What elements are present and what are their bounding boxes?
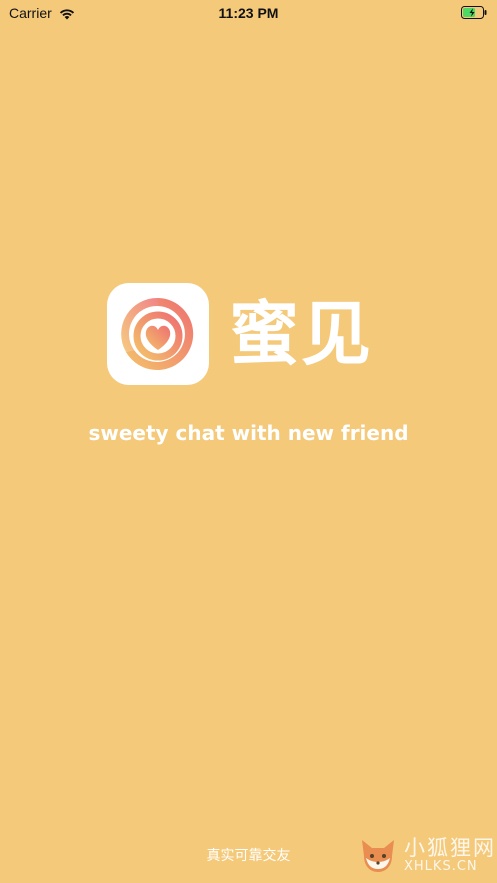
battery-charging-icon: [461, 6, 487, 19]
brand-name: 蜜见: [229, 293, 373, 375]
brand-logo-row: 蜜见: [107, 283, 373, 385]
app-icon-tile: [107, 283, 209, 385]
watermark-title: 小狐狸网: [404, 836, 496, 861]
watermark-text: 小狐狸网 XHLKS.CN: [404, 837, 496, 874]
tagline: sweety chat with new friend: [88, 421, 409, 445]
heart-swirl-logo-icon: [121, 297, 194, 370]
watermark-subtitle: XHLKS.CN: [404, 859, 478, 875]
watermark: 小狐狸网 XHLKS.CN: [356, 834, 496, 878]
status-bar: Carrier 11:23 PM: [0, 0, 497, 26]
fox-icon: [362, 840, 394, 872]
status-time: 11:23 PM: [218, 5, 279, 21]
